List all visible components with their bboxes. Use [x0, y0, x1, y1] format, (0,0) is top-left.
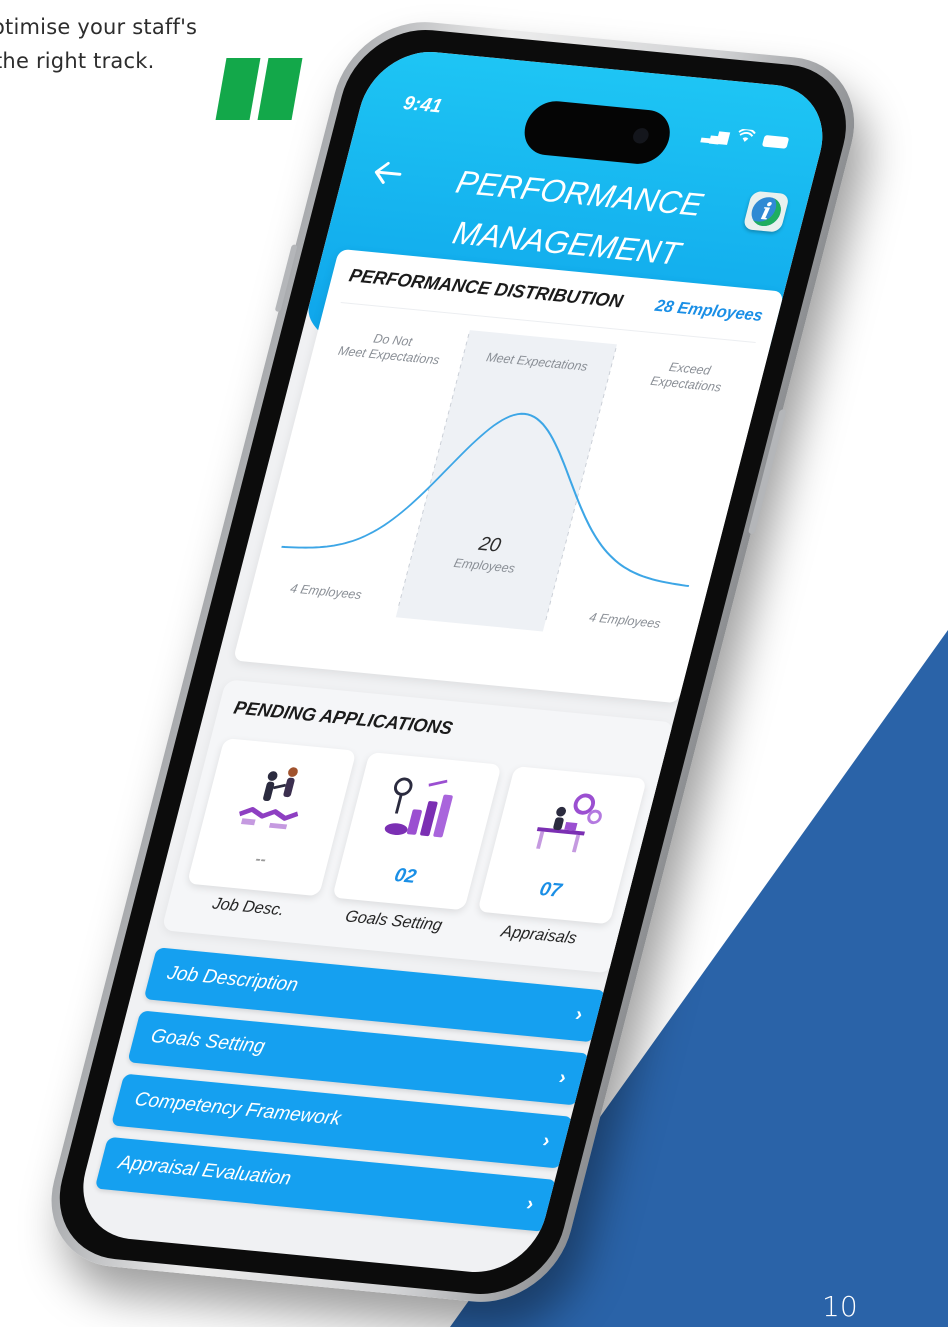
zone-label-left-line-2: Meet Expectations [337, 344, 442, 368]
battery-icon [761, 134, 790, 149]
appraisals-illustration-icon [536, 793, 602, 853]
pending-count-job-desc: -- [253, 851, 268, 869]
chevron-right-icon: › [524, 1193, 536, 1215]
employee-count: 28 Employees [653, 296, 765, 325]
goals-setting-label: Goals Setting [148, 1025, 268, 1058]
pending-title: PENDING APPLICATIONS [231, 698, 455, 740]
pending-tile-appraisals[interactable]: 07 [477, 766, 647, 925]
info-icon: i [748, 195, 785, 228]
zone-label-right-line-2: Expectations [649, 374, 723, 395]
zone-count-right: 4 Employees [588, 610, 663, 631]
job-description-illustration-icon [239, 767, 299, 830]
job-description-label: Job Description [164, 962, 301, 996]
chevron-right-icon: › [573, 1003, 585, 1026]
goals-setting-illustration-icon [384, 777, 453, 838]
pending-tile-job-desc[interactable]: -- [186, 738, 357, 897]
distribution-chart: Do Not Meet Expectations Meet Expectatio… [281, 330, 723, 632]
status-time: 9:41 [401, 92, 445, 118]
pending-label-goals-setting: Goals Setting [343, 906, 445, 935]
pending-applications-card: PENDING APPLICATIONS -- 02 07 Job Desc. … [161, 679, 675, 974]
signal-icon: ▂▄▆ [700, 126, 729, 144]
appraisal-evaluation-label: Appraisal Evaluation [116, 1151, 294, 1190]
pending-label-job-desc: Job Desc. [210, 894, 287, 920]
pending-label-appraisals: Appraisals [499, 921, 579, 948]
chevron-right-icon: › [540, 1130, 553, 1152]
chevron-right-icon: › [556, 1066, 569, 1089]
pending-count-appraisals: 07 [537, 878, 564, 902]
pending-tile-goals-setting[interactable]: 02 [332, 752, 502, 911]
zone-count-left: 4 Employees [289, 581, 364, 602]
meet-expectations-zone [395, 330, 617, 632]
tagline-line-1: otimise your staff's [0, 15, 198, 39]
pending-count-goals-setting: 02 [392, 864, 419, 888]
competency-framework-label: Competency Framework [132, 1088, 344, 1130]
quote-mark-icon [215, 58, 303, 122]
page-number: 10 [822, 1290, 858, 1323]
wifi-icon [734, 128, 756, 149]
zone-label-left-line-1: Do Not [372, 331, 414, 349]
